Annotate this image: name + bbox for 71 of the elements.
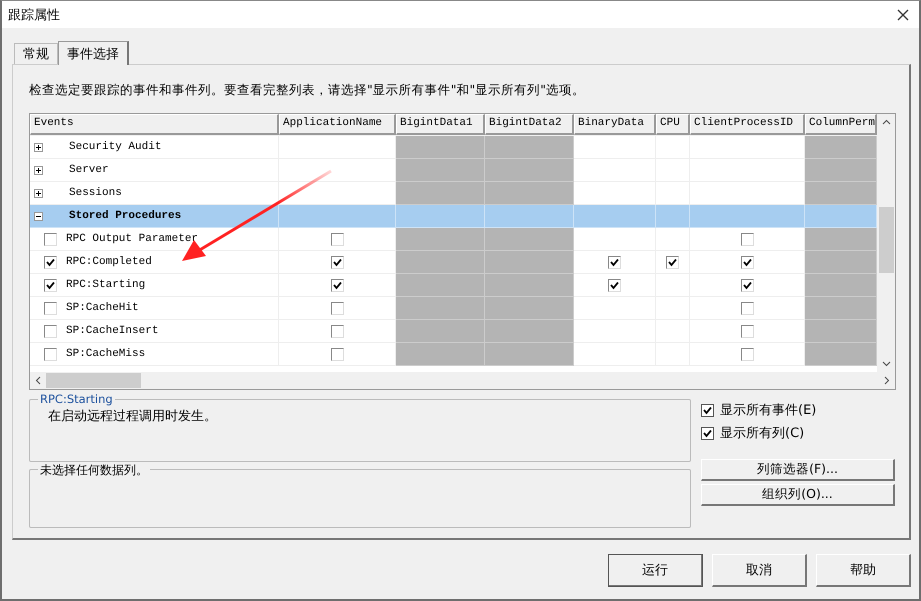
- checkbox[interactable]: [44, 348, 57, 360]
- column-header[interactable]: BigintData1: [396, 114, 485, 134]
- option-label[interactable]: 显示所有列(C): [720, 424, 804, 442]
- checkbox[interactable]: [701, 404, 714, 416]
- scroll-left-icon[interactable]: [35, 376, 41, 385]
- checkbox[interactable]: [740, 232, 754, 246]
- event-label: RPC Output Parameter: [66, 233, 198, 245]
- checkbox[interactable]: [740, 324, 754, 338]
- event-label: SP:CacheInsert: [66, 325, 158, 337]
- plus-icon[interactable]: [34, 188, 43, 198]
- minus-icon[interactable]: [34, 212, 43, 220]
- dialog-button[interactable]: 运行: [608, 554, 703, 587]
- event-label: SP:CacheMiss: [66, 348, 146, 360]
- checkbox[interactable]: [330, 302, 344, 314]
- dialog-button[interactable]: 帮助: [816, 554, 911, 587]
- instruction-text: 检查选定要跟踪的事件和事件列。要查看完整列表，请选择"显示所有事件"和"显示所有列"选项。: [29, 82, 586, 99]
- checkbox[interactable]: [740, 278, 754, 292]
- column-header[interactable]: Events: [30, 114, 279, 134]
- scroll-thumb[interactable]: [878, 207, 894, 273]
- column-header[interactable]: BigintData2: [485, 114, 574, 134]
- scroll-down-icon[interactable]: [882, 361, 890, 367]
- column-header[interactable]: BinaryData: [574, 114, 656, 134]
- checkbox[interactable]: [330, 232, 344, 246]
- checkbox[interactable]: [44, 278, 57, 292]
- category-label: Security Audit: [69, 141, 162, 153]
- checkbox[interactable]: [701, 426, 714, 440]
- plus-icon[interactable]: [34, 166, 43, 174]
- scroll-right-icon[interactable]: [884, 376, 890, 385]
- checkbox[interactable]: [330, 256, 344, 268]
- event-label: RPC:Completed: [66, 256, 152, 268]
- checkbox[interactable]: [740, 256, 754, 268]
- column-header[interactable]: ApplicationName: [279, 114, 396, 134]
- description-text: 在启动远程过程调用时发生。: [48, 408, 218, 425]
- group-title: RPC:Starting: [38, 392, 115, 406]
- dialog-button[interactable]: 取消: [712, 554, 807, 587]
- group-title: 未选择任何数据列。: [38, 462, 150, 479]
- checkbox[interactable]: [330, 324, 344, 338]
- checkbox[interactable]: [44, 256, 57, 268]
- category-label: Server: [69, 164, 109, 176]
- column-header[interactable]: ClientProcessID: [690, 114, 805, 134]
- close-icon[interactable]: [897, 8, 909, 20]
- event-label: RPC:Starting: [66, 279, 146, 291]
- checkbox[interactable]: [608, 278, 621, 292]
- category-row[interactable]: Server: [30, 159, 279, 182]
- checkbox[interactable]: [44, 302, 57, 314]
- horizontal-scrollbar[interactable]: [30, 372, 895, 389]
- tab[interactable]: 常规: [14, 43, 58, 64]
- scroll-thumb[interactable]: [46, 373, 141, 388]
- category-label: Stored Procedures: [69, 210, 182, 222]
- column-header[interactable]: ColumnPerm: [805, 114, 877, 134]
- checkbox[interactable]: [44, 232, 57, 246]
- checkbox[interactable]: [740, 302, 754, 314]
- checkbox[interactable]: [330, 348, 344, 360]
- checkbox[interactable]: [740, 348, 754, 360]
- checkbox[interactable]: [330, 278, 344, 292]
- checkbox[interactable]: [666, 256, 679, 268]
- event-label: SP:CacheHit: [66, 302, 139, 314]
- checkbox[interactable]: [608, 256, 621, 268]
- side-button[interactable]: 列筛选器(F)...: [701, 459, 895, 481]
- category-label: Sessions: [69, 187, 122, 199]
- option-label[interactable]: 显示所有事件(E): [720, 401, 816, 419]
- tab[interactable]: 事件选择: [58, 41, 129, 65]
- window-title: 跟踪属性: [8, 6, 60, 24]
- column-header[interactable]: CPU: [656, 114, 690, 134]
- vertical-scrollbar[interactable]: [877, 114, 895, 372]
- scroll-up-icon[interactable]: [882, 119, 890, 125]
- category-row[interactable]: Security Audit: [30, 136, 279, 159]
- side-button[interactable]: 组织列(O)...: [701, 484, 895, 506]
- checkbox[interactable]: [44, 324, 57, 338]
- plus-icon[interactable]: [34, 142, 43, 152]
- category-row[interactable]: Stored Procedures: [30, 205, 279, 228]
